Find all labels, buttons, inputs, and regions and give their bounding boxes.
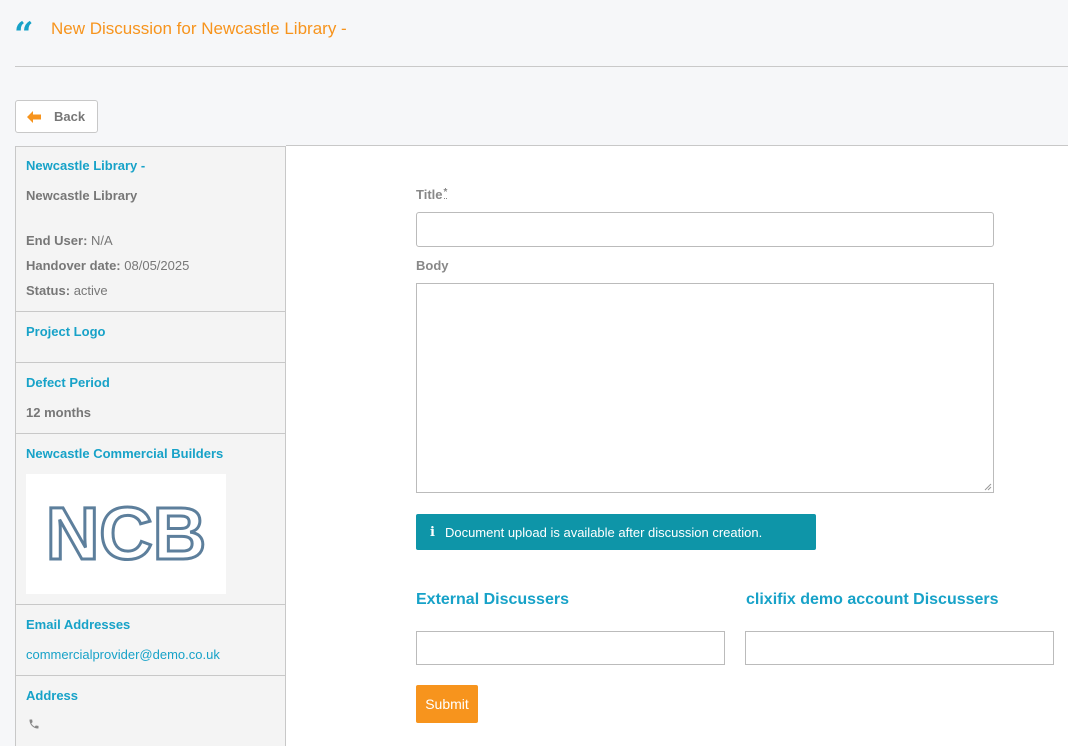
- email-link[interactable]: commercialprovider@demo.co.uk: [26, 647, 220, 663]
- back-button-label: Back: [54, 109, 86, 124]
- project-logo-heading: Project Logo: [26, 324, 106, 339]
- status-value: active: [73, 283, 108, 298]
- project-heading: Newcastle Library -: [26, 158, 146, 173]
- page-title: New Discussion for Newcastle Library -: [51, 19, 347, 38]
- email-heading: Email Addresses: [26, 617, 131, 632]
- arrow-left-icon: [27, 110, 41, 123]
- back-button[interactable]: Back: [15, 100, 98, 133]
- title-input[interactable]: [416, 212, 994, 247]
- handover-date-value: 08/05/2025: [124, 258, 190, 273]
- builder-logo: NCB: [26, 474, 226, 594]
- resize-handle-icon[interactable]: [984, 483, 992, 491]
- builder-heading: Newcastle Commercial Builders: [26, 446, 224, 461]
- status-label: Status:: [26, 283, 71, 298]
- end-user-value: N/A: [91, 233, 113, 248]
- end-user-row: End User: N/A: [26, 233, 113, 249]
- body-label: Body: [416, 258, 449, 273]
- title-label-text: Title: [416, 187, 443, 202]
- ncb-logo-image: NCB: [44, 491, 207, 577]
- defect-period-heading: Defect Period: [26, 375, 110, 390]
- builder-section: Newcastle Commercial Builders NCB: [16, 434, 285, 605]
- internal-discussers-heading: clixifix demo account Discussers: [746, 591, 999, 608]
- internal-discussers-input[interactable]: [745, 631, 1054, 665]
- body-textarea[interactable]: [416, 283, 994, 493]
- header-divider: [15, 66, 1068, 67]
- logo-text: NCB: [46, 492, 206, 575]
- external-discussers-heading: External Discussers: [416, 591, 569, 608]
- project-name: Newcastle Library: [26, 188, 138, 203]
- address-section: Address: [16, 676, 285, 746]
- upload-info-text: Document upload is available after discu…: [444, 524, 763, 540]
- email-section: Email Addresses commercialprovider@demo.…: [16, 605, 285, 676]
- quote-icon: “: [14, 15, 34, 55]
- info-icon: i: [430, 524, 435, 540]
- page-header: “ New Discussion for Newcastle Library -: [0, 0, 1068, 67]
- upload-info-alert: i Document upload is available after dis…: [416, 514, 816, 550]
- required-mark: *: [443, 187, 448, 199]
- project-sidebar: Newcastle Library - Newcastle Library En…: [15, 146, 286, 746]
- project-info-section: Newcastle Library - Newcastle Library En…: [16, 147, 285, 312]
- handover-date-row: Handover date: 08/05/2025: [26, 258, 189, 274]
- defect-period-value: 12 months: [26, 405, 92, 420]
- external-discussers-input[interactable]: [416, 631, 725, 665]
- address-heading: Address: [26, 688, 79, 703]
- phone-icon: [29, 719, 39, 729]
- status-row: Status: active: [26, 283, 108, 299]
- submit-button[interactable]: Submit: [416, 685, 478, 723]
- end-user-label: End User:: [26, 233, 88, 248]
- title-label: Title*: [416, 187, 448, 202]
- project-logo-section: Project Logo: [16, 312, 285, 363]
- handover-date-label: Handover date:: [26, 258, 121, 273]
- defect-period-section: Defect Period 12 months: [16, 363, 285, 434]
